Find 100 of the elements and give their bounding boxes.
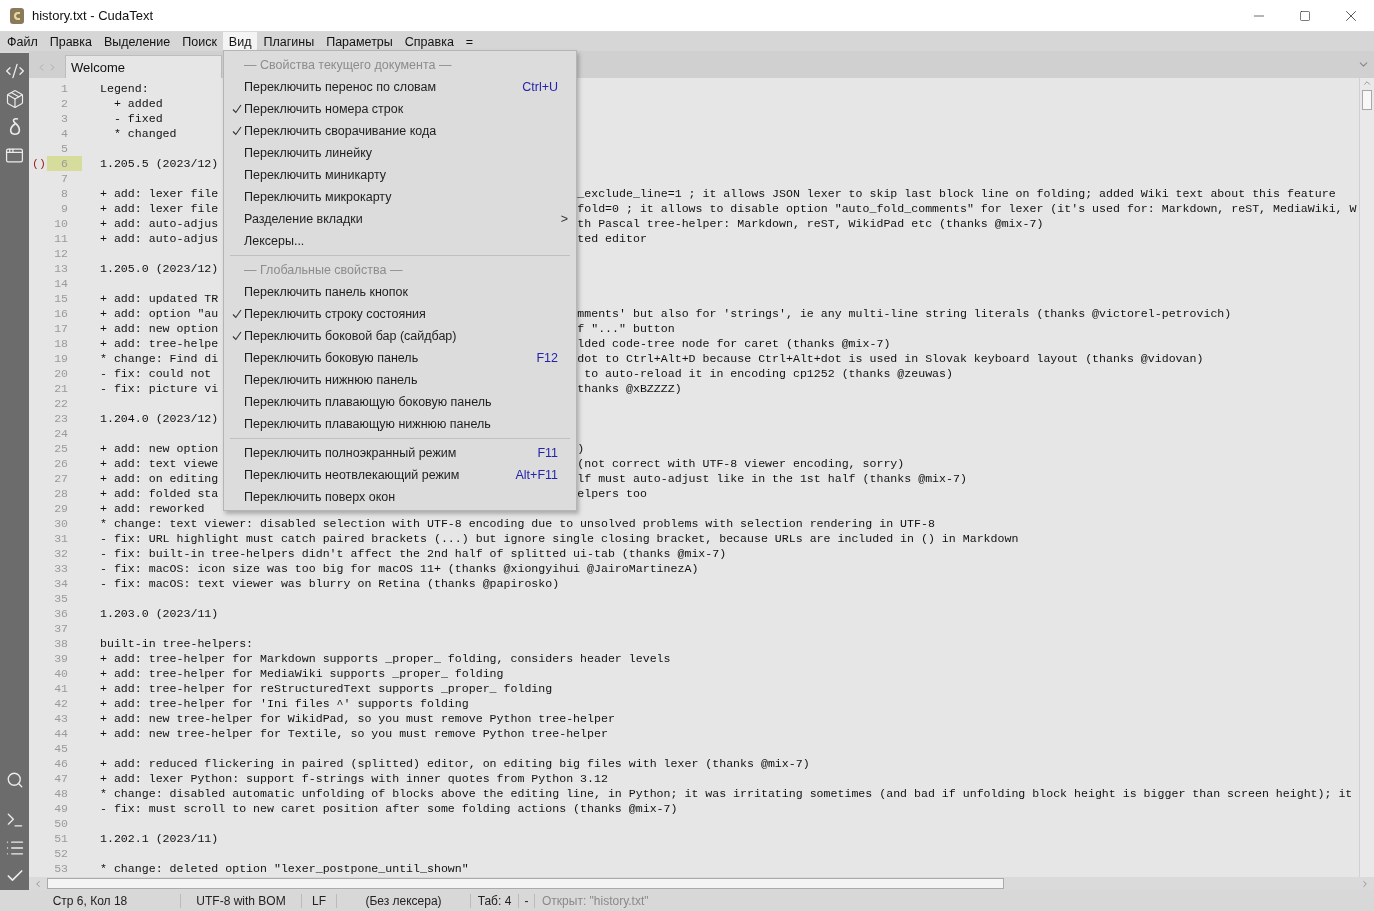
code-text: 1.205.0 (2023/12) bbox=[100, 262, 219, 275]
line-number: 21 bbox=[53, 381, 69, 396]
code-text: + add: lexer Python: support f-strings with inner quotes from Python 3.12 bbox=[100, 772, 608, 785]
code-text: + add: new option bbox=[100, 442, 219, 455]
menu-item[interactable]: Переключить боковую панель F12 bbox=[224, 347, 576, 369]
code-text: + add: on editing bbox=[100, 472, 219, 485]
menu-bar-item[interactable]: Параметры bbox=[320, 32, 399, 51]
code-text: * change: text viewer: disabled selection with UTF-8 encoding due to unsolved problems with selection rendering in UTF-8 bbox=[100, 517, 935, 530]
menu-item[interactable]: Переключить миникарту bbox=[224, 164, 576, 186]
menu-bar-item[interactable]: Плагины bbox=[257, 32, 321, 51]
code-text: - fix: macOS: icon size was too big for macOS 11+ (thanks @xiongyihui @JairoMartinezA) bbox=[100, 562, 699, 575]
line-number: 1 bbox=[60, 81, 69, 96]
code-text: - fix: picture vi bbox=[100, 382, 219, 395]
menu-bar-item[interactable]: Поиск bbox=[176, 32, 223, 51]
line-number: 23 bbox=[53, 411, 69, 426]
code-text: 1.204.0 (2023/12) bbox=[100, 412, 219, 425]
menu-item[interactable]: Переключить номера строк bbox=[224, 98, 576, 120]
line-number: 45 bbox=[53, 741, 69, 756]
menu-item[interactable]: Переключить плавающую нижнюю панель bbox=[224, 413, 576, 435]
status-field[interactable]: - bbox=[524, 893, 529, 908]
status-field[interactable]: LF bbox=[312, 893, 326, 908]
code-text: + add: tree-helpe bbox=[100, 337, 219, 350]
line-number: 18 bbox=[53, 336, 69, 351]
line-number: 6 bbox=[47, 156, 82, 171]
code-text: + add: new tree-helper for Textile, so you must remove Python tree-helper bbox=[100, 727, 608, 740]
line-number: 31 bbox=[53, 531, 69, 546]
line-number: 36 bbox=[53, 606, 69, 621]
menu-item[interactable]: Лексеры... bbox=[224, 230, 576, 252]
line-number: 40 bbox=[53, 666, 69, 681]
line-number: 11 bbox=[53, 231, 69, 246]
code-text: 1.205.5 (2023/12) bbox=[100, 157, 219, 170]
menu-item[interactable]: Переключить поверх окон bbox=[224, 486, 576, 508]
scroll-right-icon[interactable] bbox=[1360, 878, 1370, 889]
code-text: elpers too bbox=[577, 487, 647, 500]
scrollbar-thumb[interactable] bbox=[47, 878, 1004, 889]
menu-bar-item[interactable]: Правка bbox=[43, 32, 98, 51]
delta-icon[interactable] bbox=[8, 117, 21, 137]
code-text: - fix: could not bbox=[100, 367, 212, 380]
menu-item[interactable]: Переключить нижнюю панель bbox=[224, 369, 576, 391]
menu-item[interactable]: Переключить строку состояния bbox=[224, 303, 576, 325]
line-number: 20 bbox=[53, 366, 69, 381]
code-text: thanks @xBZZZZ) bbox=[577, 382, 682, 395]
line-number: 22 bbox=[53, 396, 69, 411]
line-number: 42 bbox=[53, 696, 69, 711]
menu-bar-item[interactable]: Справка bbox=[398, 32, 460, 51]
code-text: + add: text viewe bbox=[100, 457, 219, 470]
menu-section-header: — Глобальные свойства — bbox=[243, 262, 404, 279]
horizontal-scrollbar[interactable] bbox=[29, 877, 1374, 890]
line-number: 41 bbox=[53, 681, 69, 696]
line-number: 30 bbox=[53, 516, 69, 531]
status-field[interactable]: UTF-8 with BOM bbox=[196, 893, 286, 908]
menu-item[interactable]: Переключить перенос по словам Ctrl+U bbox=[224, 76, 576, 98]
line-number: 13 bbox=[53, 261, 69, 276]
code-text: - fix: must scroll to new caret position after some folding actions (thanks @mix-7) bbox=[100, 802, 678, 815]
code-text: + add: folded sta bbox=[100, 487, 219, 500]
line-number: 37 bbox=[53, 621, 69, 636]
scroll-left-icon[interactable] bbox=[33, 878, 43, 889]
menu-item[interactable]: Переключить сворачивание кода bbox=[224, 120, 576, 142]
maximize-icon[interactable] bbox=[1299, 9, 1311, 22]
menu-item[interactable]: Переключить боковой бар (сайдбар) bbox=[224, 325, 576, 347]
status-field[interactable]: Стр 6, Кол 18 bbox=[52, 893, 128, 908]
menu-item[interactable]: Переключить микрокарту bbox=[224, 186, 576, 208]
app-icon bbox=[10, 7, 24, 24]
code-text: * change: disabled automatic unfolding of blocks above the editing line, in Python; it was irritating sometimes (and bad if unfolding block height is bigger than screen height); it bbox=[100, 787, 1353, 800]
menu-item[interactable]: Разделение вкладки > bbox=[224, 208, 576, 230]
code-text: - fix: macOS: text viewer was blurry on Retina (thanks @papirosko) bbox=[100, 577, 560, 590]
code-text: + add: auto-adjus bbox=[100, 232, 219, 245]
menu-item[interactable]: Переключить линейку bbox=[224, 142, 576, 164]
code-text: - fix: built-in tree-helpers didn't affect the 2nd half of splitted ui-tab (thanks @mix-7) bbox=[100, 547, 727, 560]
line-number: 15 bbox=[53, 291, 69, 306]
menu-item[interactable]: Переключить панель кнопок bbox=[224, 281, 576, 303]
scrollbar-thumb[interactable] bbox=[1362, 90, 1372, 110]
editor-tab[interactable]: Welcome bbox=[65, 55, 222, 78]
menu-bar-item[interactable]: Выделение bbox=[97, 32, 177, 51]
vertical-scrollbar[interactable] bbox=[1359, 78, 1374, 877]
line-number: 12 bbox=[53, 246, 69, 261]
menu-bar-item[interactable]: = bbox=[459, 32, 480, 51]
code-text: + add: tree-helper for reStructuredText supports _proper_ folding bbox=[100, 682, 553, 695]
line-number: 50 bbox=[53, 816, 69, 831]
line-number: 5 bbox=[60, 141, 69, 156]
code-text: * change: deleted option "lexer_postpone_until_shown" bbox=[100, 862, 469, 875]
code-text: 1.203.0 (2023/11) bbox=[100, 607, 219, 620]
scroll-up-icon[interactable] bbox=[1362, 78, 1372, 88]
line-number: 44 bbox=[53, 726, 69, 741]
code-text: + add: reduced flickering in paired (splitted) editor, on editing big files with lexer (thanks @mix-7) bbox=[100, 757, 810, 770]
menu-item[interactable]: Переключить плавающую боковую панель bbox=[224, 391, 576, 413]
status-field[interactable]: (Без лексера) bbox=[365, 893, 442, 908]
code-text: _exclude_line=1 ; it allows JSON lexer to skip last block line on folding; added Wiki text about this feature bbox=[577, 187, 1336, 200]
line-number: 47 bbox=[53, 771, 69, 786]
line-number: 29 bbox=[53, 501, 69, 516]
code-text: + add: reworked bbox=[100, 502, 205, 515]
menu-bar-item[interactable]: Файл bbox=[1, 32, 44, 51]
menu-bar-item[interactable]: Вид bbox=[222, 32, 258, 51]
line-number: 52 bbox=[53, 846, 69, 861]
menu-item[interactable]: Переключить полноэкранный режим F11 bbox=[224, 442, 576, 464]
menu-item[interactable]: Переключить неотвлекающий режим Alt+F11 bbox=[224, 464, 576, 486]
line-number: 39 bbox=[53, 651, 69, 666]
status-field[interactable]: Таб: 4 bbox=[477, 893, 512, 908]
code-text: + added bbox=[112, 97, 163, 110]
code-text: + add: tree-helper for 'Ini files ^' supports folding bbox=[100, 697, 469, 710]
